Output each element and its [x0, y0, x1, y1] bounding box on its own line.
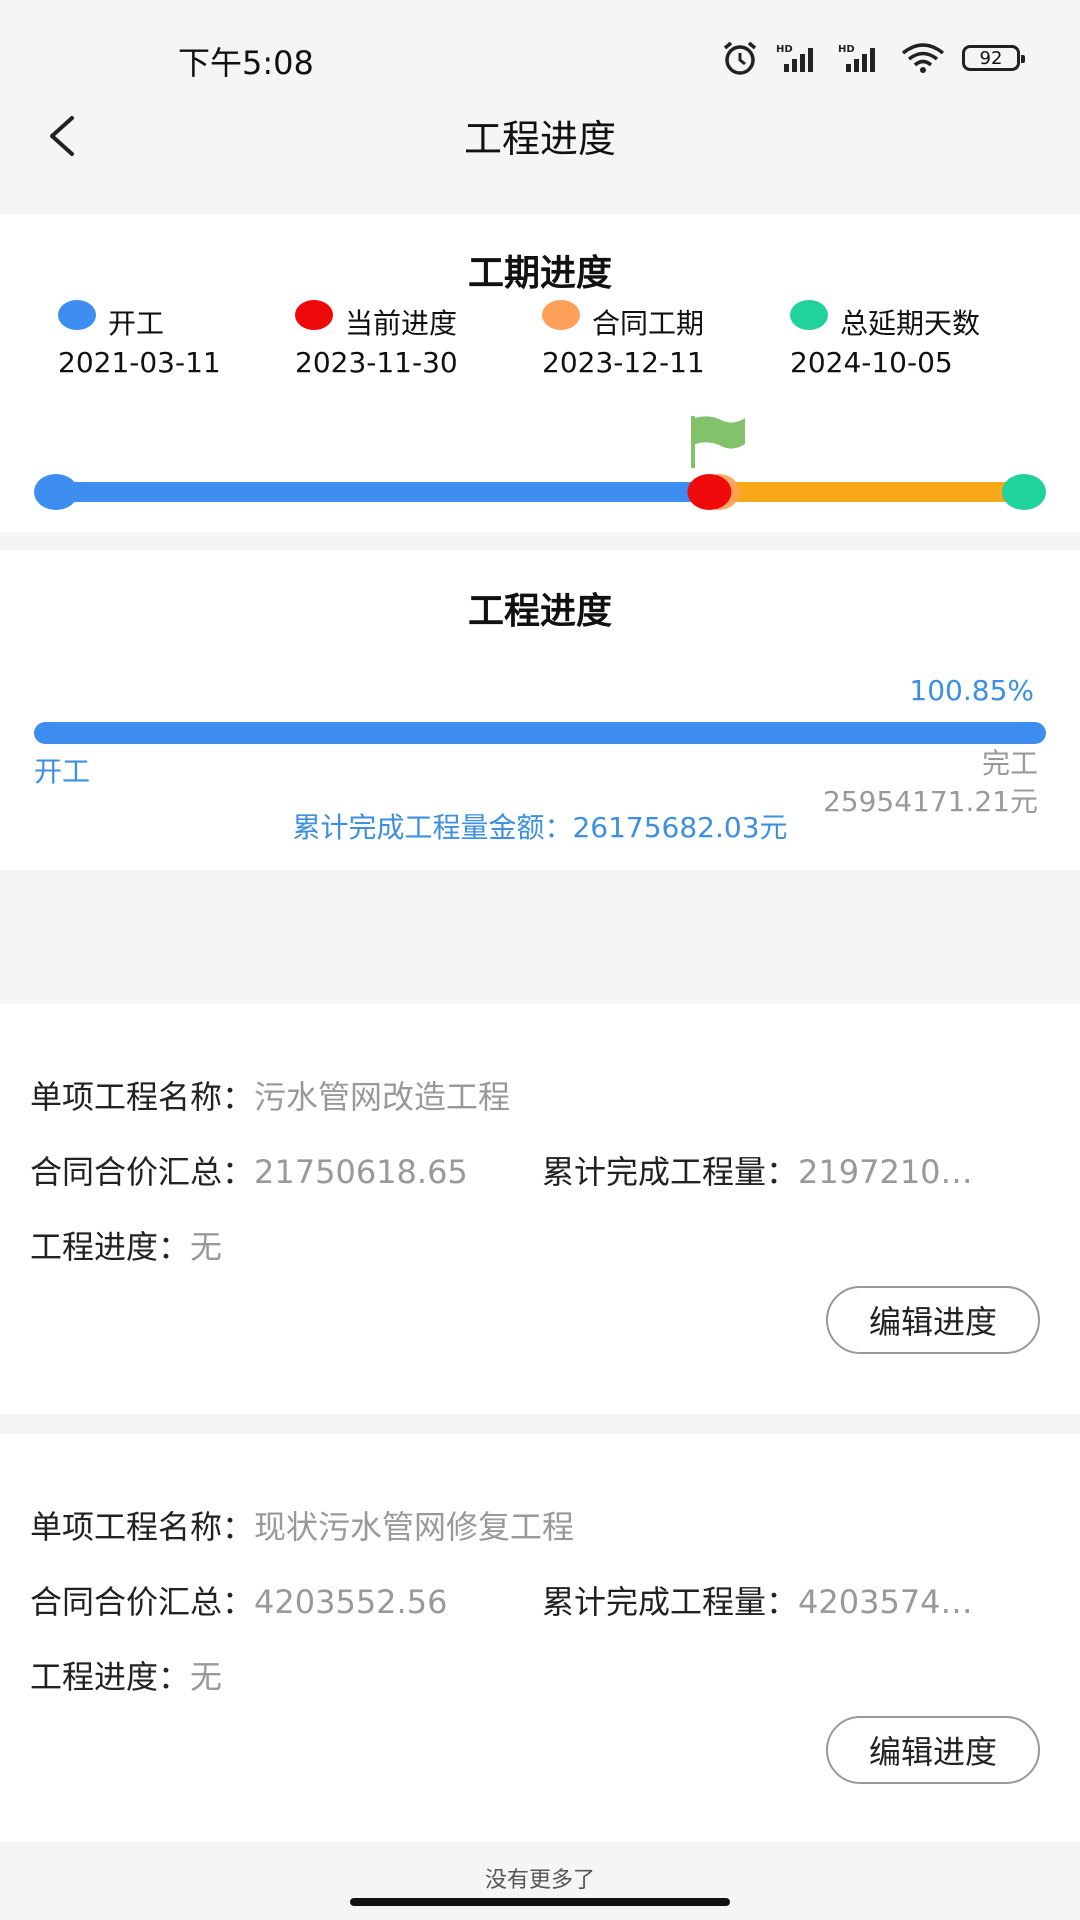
- legend-dot-current: [295, 300, 333, 330]
- item-progress-value: 无: [190, 1228, 223, 1266]
- legend-delay: 总延期天数 2024-10-05: [790, 300, 981, 379]
- item-done-value: 2197210…: [798, 1153, 973, 1191]
- legend-label: 当前进度: [345, 307, 458, 340]
- legend-label: 总延期天数: [840, 307, 981, 340]
- edit-progress-button[interactable]: 编辑进度: [826, 1716, 1040, 1784]
- progress-card: 工程进度 100.85% 开工 完工 25954171.21元 累计完成工程量金…: [0, 550, 1080, 870]
- item-progress-row: 工程进度：无: [30, 1222, 222, 1268]
- item-price-label: 合同合价汇总：: [30, 1153, 255, 1191]
- battery-icon: 92: [962, 45, 1025, 71]
- home-indicator[interactable]: [350, 1898, 730, 1906]
- progress-track: [34, 722, 1046, 744]
- item-price-label: 合同合价汇总：: [30, 1583, 255, 1621]
- item-done-label: 累计完成工程量：: [542, 1583, 799, 1621]
- legend-dot-delay: [790, 300, 828, 330]
- cumulative-amount: 累计完成工程量金额：26175682.03元: [292, 811, 788, 844]
- item-price-row: 合同合价汇总：21750618.65 累计完成工程量：2197210…: [30, 1147, 1050, 1193]
- schedule-timeline: [34, 474, 1046, 510]
- timeline-start-dot: [34, 474, 78, 510]
- item-price-value: 4203552.56: [254, 1583, 448, 1621]
- legend-dot-contract: [542, 300, 580, 330]
- nav-bar: 工程进度: [0, 90, 1080, 182]
- progress-percent: 100.85%: [909, 674, 1034, 707]
- item-card: 单项工程名称：污水管网改造工程 合同合价汇总：21750618.65 累计完成工…: [0, 1004, 1080, 1414]
- legend-start: 开工 2021-03-11: [58, 300, 221, 379]
- progress-end-label: 完工: [981, 747, 1038, 780]
- item-name-value: 污水管网改造工程: [254, 1078, 511, 1116]
- status-icons: HD HD 92: [720, 40, 1025, 76]
- legend-label: 合同工期: [592, 307, 705, 340]
- svg-text:HD: HD: [776, 44, 793, 55]
- legend-date: 2021-03-11: [58, 346, 221, 379]
- item-card: 单项工程名称：现状污水管网修复工程 合同合价汇总：4203552.56 累计完成…: [0, 1434, 1080, 1842]
- schedule-title: 工期进度: [467, 253, 612, 294]
- item-done-label: 累计完成工程量：: [542, 1153, 799, 1191]
- item-name-value: 现状污水管网修复工程: [254, 1508, 575, 1546]
- item-name-label: 单项工程名称：: [30, 1078, 255, 1116]
- item-done-value: 4203574…: [798, 1583, 973, 1621]
- wifi-icon: [900, 42, 946, 74]
- timeline-end-dot: [1002, 474, 1046, 510]
- timeline-current-dot: [687, 474, 732, 510]
- item-progress-label: 工程进度：: [30, 1658, 191, 1696]
- progress-start-label: 开工: [34, 755, 91, 788]
- legend-date: 2023-12-11: [542, 346, 705, 379]
- legend-dot-start: [58, 300, 96, 330]
- item-name-row: 单项工程名称：污水管网改造工程: [30, 1072, 510, 1118]
- item-price-value: 21750618.65: [254, 1153, 468, 1191]
- legend-label: 开工: [108, 307, 165, 340]
- legend-date: 2024-10-05: [790, 346, 953, 379]
- item-price-row: 合同合价汇总：4203552.56 累计完成工程量：4203574…: [30, 1577, 1050, 1623]
- item-progress-row: 工程进度：无: [30, 1652, 222, 1698]
- alarm-icon: [720, 40, 760, 76]
- legend-contract: 合同工期 2023-12-11: [542, 300, 705, 379]
- hd-signal-icon: HD: [776, 42, 822, 74]
- no-more-text: 没有更多了: [484, 1868, 595, 1893]
- page-title: 工程进度: [463, 117, 616, 161]
- flag-icon: [691, 416, 746, 468]
- item-name-label: 单项工程名称：: [30, 1508, 255, 1546]
- progress-fill: [34, 722, 1046, 744]
- hd-signal-icon-2: HD: [838, 42, 884, 74]
- battery-level: 92: [979, 47, 1003, 69]
- edit-progress-button[interactable]: 编辑进度: [826, 1286, 1040, 1354]
- item-name-row: 单项工程名称：现状污水管网修复工程: [30, 1502, 574, 1548]
- flag-cloth: [695, 416, 746, 449]
- status-time: 下午5:08: [178, 44, 314, 82]
- legend-current: 当前进度 2023-11-30: [295, 300, 458, 379]
- item-progress-value: 无: [190, 1658, 223, 1696]
- progress-title: 工程进度: [467, 591, 612, 632]
- svg-text:HD: HD: [838, 44, 855, 55]
- legend-date: 2023-11-30: [295, 346, 458, 379]
- item-progress-label: 工程进度：: [30, 1228, 191, 1266]
- flag-pole: [691, 416, 696, 468]
